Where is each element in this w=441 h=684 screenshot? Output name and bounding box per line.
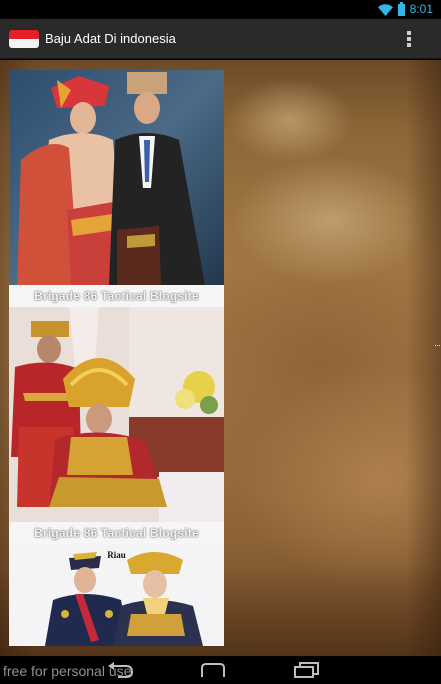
home-icon[interactable] xyxy=(199,662,227,678)
edge-indicator xyxy=(435,345,441,349)
watermark-text: Brigade 86 Tactical Blogsite xyxy=(34,526,199,540)
gallery-item[interactable]: Brigade 86 Tactical Blogsite xyxy=(9,307,224,544)
gallery-list[interactable]: Brigade 86 Tactical Blogsite Brigade 86 … xyxy=(9,70,224,646)
gallery-item[interactable]: Brigade 86 Tactical Blogsite xyxy=(9,70,224,307)
action-bar: Baju Adat Di indonesia xyxy=(0,19,441,59)
status-time: 8:01 xyxy=(409,2,433,16)
status-bar: 8:01 xyxy=(0,0,441,19)
app-title: Baju Adat Di indonesia xyxy=(45,31,176,46)
photo-minangkabau-couple xyxy=(9,70,224,285)
wifi-icon xyxy=(377,3,393,16)
overflow-menu-icon[interactable] xyxy=(405,31,413,47)
watermark-text: Brigade 86 Tactical Blogsite xyxy=(34,289,199,303)
photo-wedding-couple xyxy=(9,307,224,522)
recents-icon[interactable] xyxy=(292,662,320,678)
photo-caption-riau: Riau xyxy=(107,550,126,560)
status-icons: 8:01 xyxy=(377,1,433,17)
caption-band: Brigade 86 Tactical Blogsite xyxy=(9,285,224,307)
battery-icon xyxy=(397,1,405,16)
screen: 8:01 Baju Adat Di indonesia Brigade 86 T… xyxy=(0,0,441,684)
gallery-item[interactable]: Riau xyxy=(9,544,224,646)
indonesia-flag-icon[interactable] xyxy=(9,30,39,48)
content-area: Brigade 86 Tactical Blogsite Brigade 86 … xyxy=(0,60,441,656)
caption-band: Brigade 86 Tactical Blogsite xyxy=(9,522,224,544)
overlay-watermark-text: free for personal use xyxy=(3,663,132,679)
